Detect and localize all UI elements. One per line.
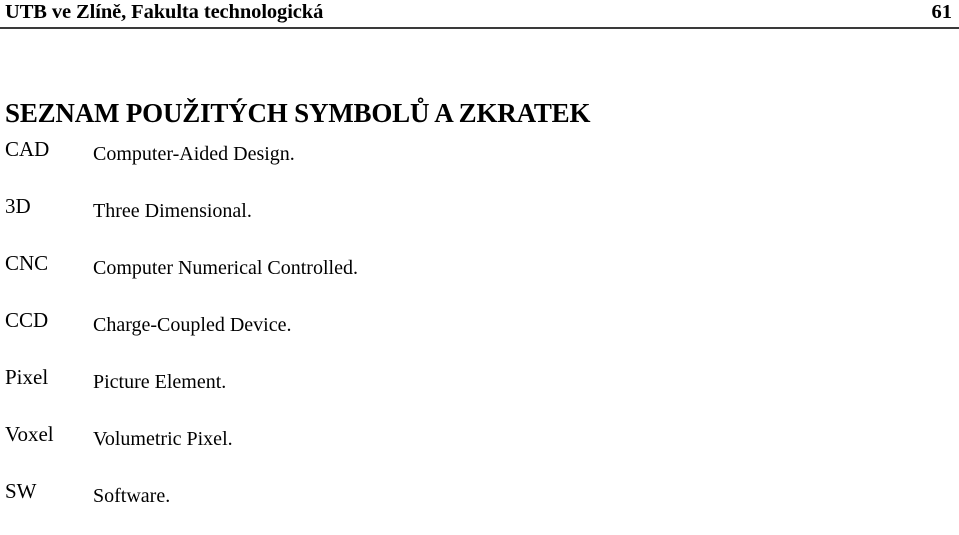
abbreviation-definition: Charge-Coupled Device.	[93, 314, 292, 336]
abbreviation-list: CAD Computer-Aided Design. 3D Three Dime…	[0, 136, 959, 535]
list-item: CCD Charge-Coupled Device.	[0, 307, 959, 364]
page-number: 61	[931, 1, 953, 23]
abbreviation-term: Voxel	[5, 422, 54, 446]
abbreviation-definition: Computer Numerical Controlled.	[93, 257, 358, 279]
abbreviation-definition: Three Dimensional.	[93, 200, 252, 222]
abbreviation-definition: Computer-Aided Design.	[93, 143, 295, 165]
abbreviation-term: Pixel	[5, 365, 49, 389]
header-institution-title: UTB ve Zlíně, Fakulta technologická	[5, 1, 324, 23]
list-item: Pixel Picture Element.	[0, 364, 959, 421]
abbreviation-term: SW	[5, 479, 37, 503]
list-item: Voxel Volumetric Pixel.	[0, 421, 959, 478]
list-item: CAD Computer-Aided Design.	[0, 136, 959, 193]
abbreviation-definition: Volumetric Pixel.	[93, 428, 233, 450]
header-divider-rule	[0, 27, 959, 29]
abbreviation-term: CAD	[5, 137, 50, 161]
abbreviation-term: CCD	[5, 308, 49, 332]
list-item: 3D Three Dimensional.	[0, 193, 959, 250]
list-item: SW Software.	[0, 478, 959, 535]
list-item: CNC Computer Numerical Controlled.	[0, 250, 959, 307]
page-header: UTB ve Zlíně, Fakulta technologická 61	[0, 0, 959, 30]
abbreviation-definition: Software.	[93, 485, 171, 507]
abbreviation-definition: Picture Element.	[93, 371, 227, 393]
abbreviation-term: 3D	[5, 194, 31, 218]
page-title: SEZNAM POUŽITÝCH SYMBOLŮ A ZKRATEK	[5, 98, 591, 129]
abbreviation-term: CNC	[5, 251, 49, 275]
page-header-content: UTB ve Zlíně, Fakulta technologická 61	[5, 0, 952, 26]
